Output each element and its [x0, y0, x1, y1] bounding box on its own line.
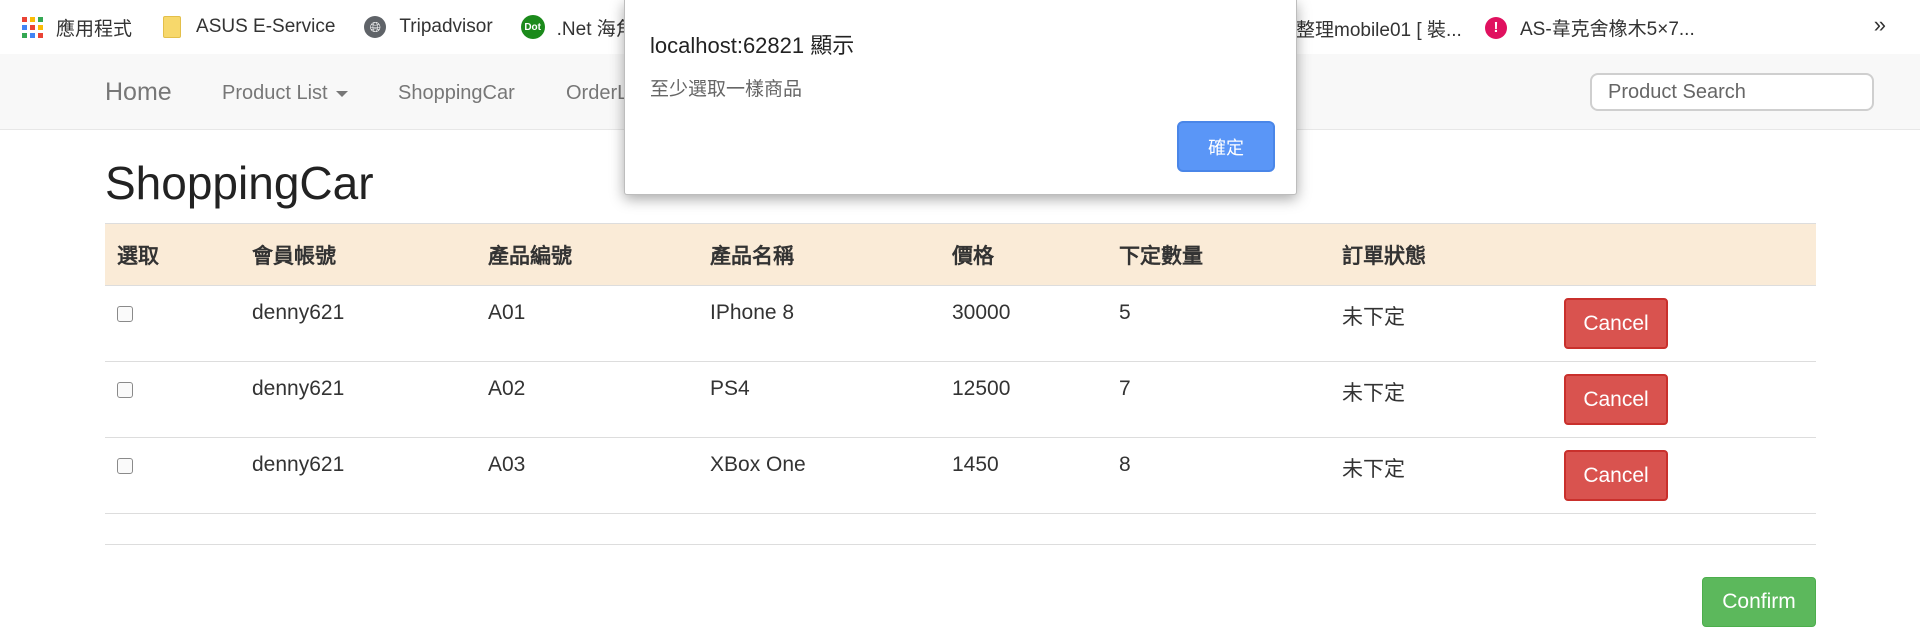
bookmark-ikea[interactable]: ! AS-韋克舍橡木5×7...	[1484, 14, 1695, 41]
table-row: denny621 A03 XBox One 1450 8 未下定 Cancel	[105, 438, 1816, 514]
bookmark-apps[interactable]: 應用程式	[20, 14, 132, 41]
caret-down-icon	[335, 90, 348, 97]
cell-member: denny621	[252, 377, 345, 400]
cell-member: denny621	[252, 453, 345, 476]
header-product-id: 產品編號	[488, 245, 572, 268]
cell-status: 未下定	[1342, 382, 1405, 405]
select-checkbox[interactable]	[117, 458, 133, 474]
header-quantity: 下定數量	[1119, 245, 1203, 268]
table-row: denny621 A01 IPhone 8 30000 5 未下定 Cancel	[105, 286, 1816, 362]
header-status: 訂單狀態	[1342, 245, 1426, 268]
cell-price: 12500	[952, 377, 1011, 400]
bookmark-label: 整理mobile01 [ 裝...	[1296, 20, 1462, 41]
bookmark-label: 應用程式	[56, 18, 133, 40]
navbar-brand[interactable]: Home	[105, 78, 172, 107]
bookmark-label: AS-韋克舍橡木5×7...	[1520, 19, 1695, 40]
cell-product-id: A01	[488, 301, 526, 324]
cell-product-id: A02	[488, 377, 526, 400]
dialog-message: 至少選取一樣商品	[650, 79, 803, 100]
page-title: ShoppingCar	[105, 157, 374, 209]
cancel-button[interactable]: Cancel	[1564, 298, 1668, 349]
divider	[105, 544, 1816, 545]
globe-icon: 🌐︎	[363, 15, 387, 39]
bookmarks-more-icon[interactable]: »	[1874, 12, 1886, 38]
cell-product-name: XBox One	[710, 453, 806, 476]
dot-icon: Dot	[520, 15, 545, 39]
apps-grid-icon	[20, 15, 44, 39]
header-price: 價格	[952, 245, 994, 268]
shopping-car-table: 選取 會員帳號 產品編號 產品名稱 價格 下定數量 訂單狀態 denny621 …	[105, 223, 1816, 514]
dialog-title: localhost:62821 顯示	[650, 33, 855, 58]
nav-label: Product List	[222, 82, 328, 104]
nav-shoppingcar[interactable]: ShoppingCar	[398, 82, 515, 105]
cell-status: 未下定	[1342, 458, 1405, 481]
cell-product-id: A03	[488, 453, 526, 476]
cancel-button[interactable]: Cancel	[1564, 450, 1668, 501]
alert-dialog: localhost:62821 顯示 至少選取一樣商品 確定	[624, 0, 1297, 195]
exclamation-icon: !	[1484, 16, 1508, 40]
ok-button[interactable]: 確定	[1177, 121, 1275, 172]
bookmark-tripadvisor[interactable]: 🌐︎ Tripadvisor	[363, 15, 493, 39]
header-select: 選取	[117, 245, 159, 268]
cell-quantity: 5	[1119, 301, 1131, 324]
cancel-button[interactable]: Cancel	[1564, 374, 1668, 425]
select-checkbox[interactable]	[117, 382, 133, 398]
confirm-button[interactable]: Confirm	[1702, 577, 1816, 627]
product-search-input[interactable]	[1590, 73, 1874, 111]
bookmark-label: Tripadvisor	[399, 16, 493, 37]
cell-quantity: 8	[1119, 453, 1131, 476]
cell-product-name: PS4	[710, 377, 750, 400]
nav-product-list[interactable]: Product List	[222, 82, 348, 105]
table-header: 選取 會員帳號 產品編號 產品名稱 價格 下定數量 訂單狀態	[105, 223, 1816, 286]
cell-product-name: IPhone 8	[710, 301, 795, 324]
cell-price: 30000	[952, 301, 1011, 324]
cell-price: 1450	[952, 453, 999, 476]
table-row: denny621 A02 PS4 12500 7 未下定 Cancel	[105, 362, 1816, 438]
bookmark-label: ASUS E-Service	[196, 16, 336, 37]
cell-member: denny621	[252, 301, 345, 324]
cell-quantity: 7	[1119, 377, 1131, 400]
bookmark-asus[interactable]: ASUS E-Service	[160, 15, 335, 39]
cell-status: 未下定	[1342, 306, 1405, 329]
header-member: 會員帳號	[252, 245, 336, 268]
nav-orderlist[interactable]: OrderL	[566, 82, 628, 105]
select-checkbox[interactable]	[117, 306, 133, 322]
header-product-name: 產品名稱	[710, 245, 794, 268]
bookmark-mobile01[interactable]: 整理mobile01 [ 裝...	[1296, 15, 1462, 42]
folder-icon	[160, 15, 184, 39]
